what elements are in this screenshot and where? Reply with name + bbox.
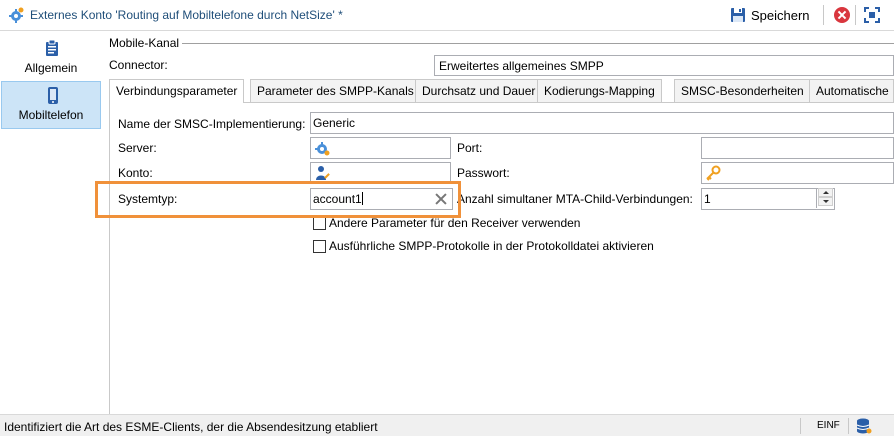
smsc-field[interactable]: Generic	[310, 112, 894, 134]
key-icon	[706, 165, 721, 181]
systemtyp-field[interactable]: account1	[310, 188, 453, 210]
mta-field[interactable]: 1	[701, 188, 835, 210]
save-disk-icon	[731, 8, 745, 22]
sidebar: Allgemein Mobiltelefon	[0, 32, 104, 414]
status-text: Identifiziert die Art des ESME-Clients, …	[4, 420, 378, 434]
status-bar: Identifiziert die Art des ESME-Clients, …	[0, 414, 894, 436]
section-divider	[182, 43, 894, 44]
spin-up-icon[interactable]	[818, 188, 833, 197]
server-label: Server:	[118, 141, 157, 155]
konto-field[interactable]	[310, 162, 451, 184]
save-button-label: Speichern	[751, 7, 810, 23]
window-title: Externes Konto 'Routing auf Mobiltelefon…	[30, 8, 343, 22]
systemtyp-value: account1	[313, 192, 362, 206]
receiver-checkbox-row[interactable]: Andere Parameter für den Receiver verwen…	[313, 216, 580, 230]
systemtyp-label: Systemtyp:	[118, 192, 178, 206]
mta-label: Anzahl simultaner MTA-Child-Verbindungen…	[457, 192, 693, 206]
section-title: Mobile-Kanal	[109, 36, 180, 50]
log-checkbox[interactable]	[313, 239, 326, 253]
passwort-field[interactable]	[701, 162, 894, 184]
port-field[interactable]	[701, 137, 894, 159]
konto-label: Konto:	[118, 166, 153, 180]
connector-select[interactable]: Erweitertes allgemeines SMPP	[434, 55, 894, 76]
maximize-icon[interactable]	[864, 7, 880, 23]
user-edit-icon	[316, 166, 330, 180]
receiver-checkbox-label: Andere Parameter für den Receiver verwen…	[329, 216, 581, 230]
status-separator	[800, 418, 801, 434]
clear-icon[interactable]	[434, 192, 448, 206]
save-button[interactable]: Speichern	[730, 4, 810, 26]
tab-smsc-besonderheiten[interactable]: SMSC-Besonderheiten	[674, 79, 811, 102]
database-icon	[856, 418, 872, 434]
toolbar-separator	[823, 5, 824, 25]
sidebar-item-allgemein[interactable]: Allgemein	[1, 35, 101, 83]
connector-label: Connector:	[109, 58, 168, 72]
tab-bar: Verbindungsparameter Parameter des SMPP-…	[109, 79, 894, 103]
tab-automatische[interactable]: Automatische	[809, 79, 894, 102]
text-cursor	[361, 192, 363, 205]
title-bar: Externes Konto 'Routing auf Mobiltelefon…	[0, 0, 894, 31]
sidebar-item-label: Mobiltelefon	[18, 108, 84, 122]
clipboard-icon	[46, 40, 58, 56]
server-gear-icon	[315, 142, 330, 156]
spin-down-icon[interactable]	[818, 197, 833, 206]
mta-spinner	[816, 188, 834, 208]
tab-durchsatz[interactable]: Durchsatz und Dauer	[415, 79, 543, 102]
mobile-phone-icon	[48, 87, 58, 104]
log-checkbox-label: Ausführliche SMPP-Protokolle in der Prot…	[329, 239, 654, 253]
account-gear-icon	[9, 7, 24, 23]
toolbar-separator	[855, 5, 856, 25]
log-checkbox-row[interactable]: Ausführliche SMPP-Protokolle in der Prot…	[313, 239, 654, 253]
tab-verbindungsparameter[interactable]: Verbindungsparameter	[109, 79, 245, 103]
tab-kodierungs-mapping[interactable]: Kodierungs-Mapping	[537, 79, 662, 102]
sidebar-item-mobiltelefon[interactable]: Mobiltelefon	[1, 81, 101, 129]
port-label: Port:	[457, 141, 483, 155]
status-separator	[848, 418, 849, 434]
close-icon[interactable]	[834, 7, 850, 23]
passwort-label: Passwort:	[457, 166, 510, 180]
insert-mode: EINF	[817, 420, 840, 431]
tab-smpp-kanal[interactable]: Parameter des SMPP-Kanals	[250, 79, 421, 102]
server-field[interactable]	[310, 137, 451, 159]
sidebar-item-label: Allgemein	[24, 61, 78, 75]
receiver-checkbox[interactable]	[313, 216, 326, 230]
smsc-label: Name der SMSC-Implementierung:	[118, 117, 306, 131]
